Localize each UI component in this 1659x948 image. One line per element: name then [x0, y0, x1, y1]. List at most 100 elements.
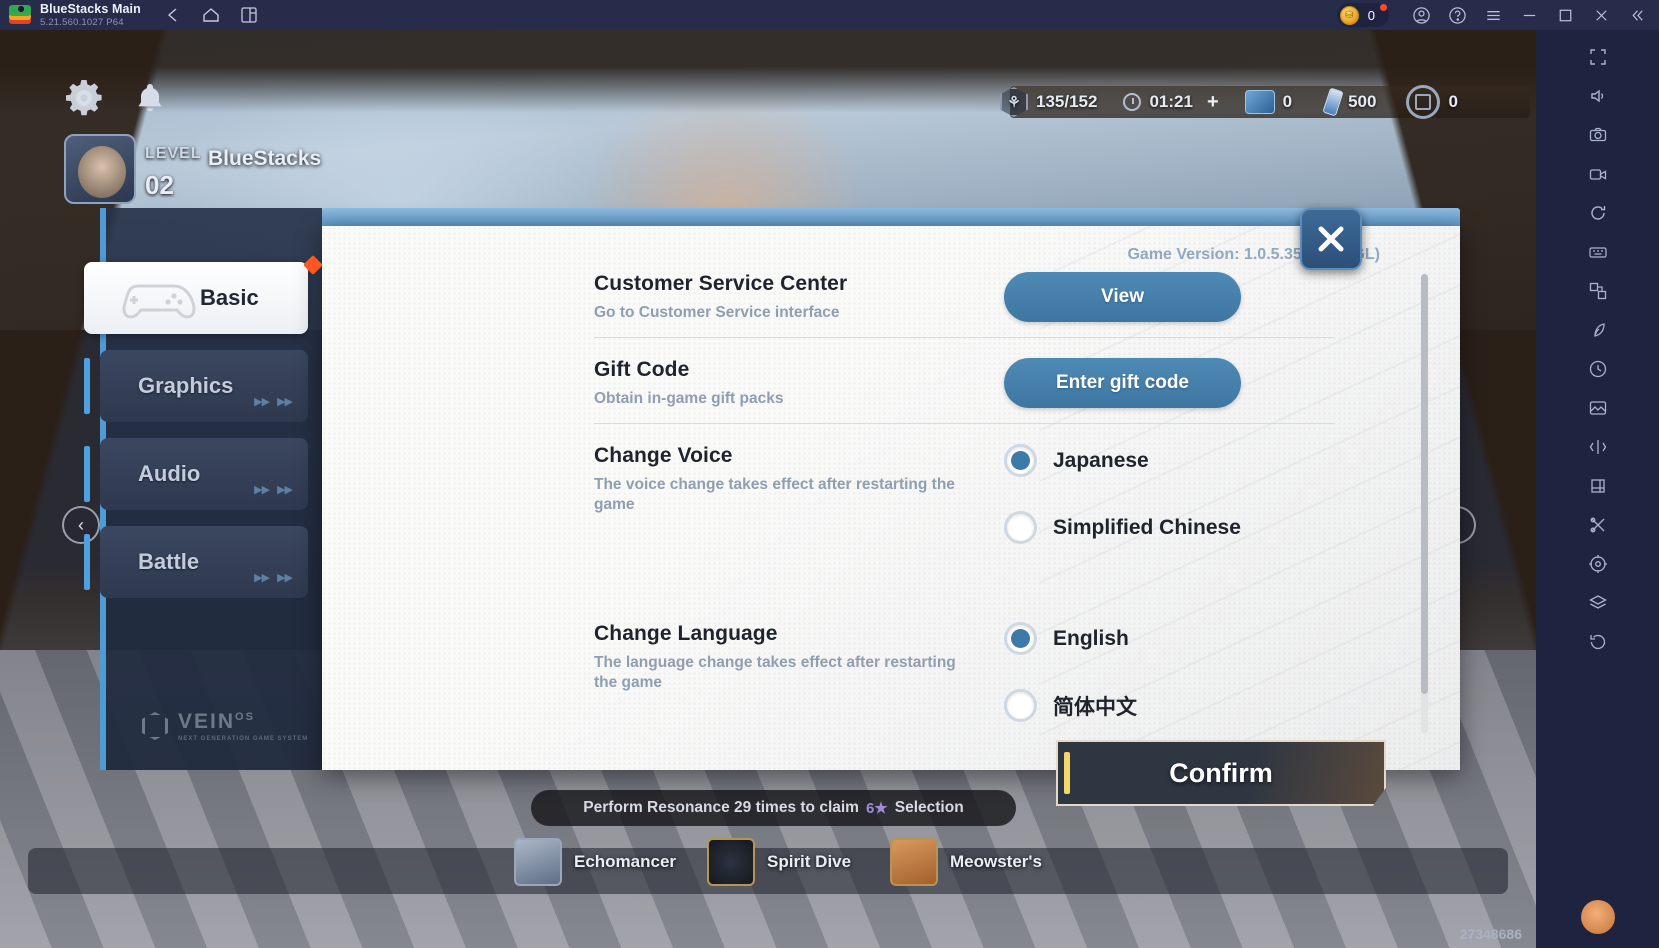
- player-avatar[interactable]: [64, 134, 136, 204]
- eco-mode-icon[interactable]: [1578, 311, 1618, 349]
- radio-label: Simplified Chinese: [1053, 515, 1241, 539]
- coin-count: 0: [1367, 7, 1375, 23]
- settings-scrollbar-thumb[interactable]: [1421, 274, 1428, 694]
- coin-balance[interactable]: ⛁ 0: [1336, 3, 1389, 27]
- settings-list: Customer Service Center Go to Customer S…: [572, 268, 1536, 768]
- layers-icon[interactable]: [1578, 584, 1618, 622]
- multi-instance-icon[interactable]: [239, 5, 259, 25]
- radio-option-japanese[interactable]: Japanese: [1004, 444, 1241, 478]
- radio-button-icon: [1004, 622, 1037, 656]
- shake-icon[interactable]: [1578, 428, 1618, 466]
- game-viewport: LEVEL 02 BlueStacks ⚘ 135/152 01:21 + 0 …: [0, 30, 1536, 948]
- collapse-icon[interactable]: [1619, 0, 1655, 30]
- radio-button-icon: [1004, 444, 1037, 478]
- stamina-value: 135/152: [1036, 92, 1098, 111]
- enter-gift-code-button[interactable]: Enter gift code: [1004, 358, 1241, 409]
- screenshot-icon[interactable]: [1578, 116, 1618, 154]
- tab-audio[interactable]: Audio ▶▶ ▶▶: [84, 438, 314, 510]
- app-version: 5.21.560.1027 P64: [40, 16, 124, 28]
- setting-customer-service: Customer Service Center Go to Customer S…: [572, 268, 1536, 323]
- title-bar: BlueStacks Main 5.21.560.1027 P64 ⛁ 0: [0, 0, 1659, 30]
- close-dialog-button[interactable]: [1300, 208, 1362, 270]
- gem-icon: [1244, 90, 1275, 114]
- cat-assistant-icon[interactable]: [1580, 900, 1615, 934]
- radio-label: Japanese: [1053, 448, 1149, 472]
- settings-scrollbar-track[interactable]: [1421, 274, 1428, 734]
- bottom-nav-label: Echomancer: [574, 852, 677, 871]
- radio-label: 简体中文: [1053, 695, 1137, 719]
- menu-icon[interactable]: [1475, 0, 1511, 30]
- bottom-nav-label: Spirit Dive: [767, 852, 852, 871]
- setting-description: The language change takes effect after r…: [594, 654, 956, 692]
- tab-active-indicator: [84, 358, 90, 414]
- setting-change-language: Change Language The language change take…: [572, 618, 1536, 756]
- maximize-icon[interactable]: [1547, 0, 1583, 30]
- setting-control: Japanese Simplified Chinese: [1004, 440, 1241, 578]
- setting-description: The voice change takes effect after rest…: [594, 476, 955, 514]
- keymap-icon[interactable]: [1578, 233, 1618, 271]
- video-record-icon[interactable]: [1578, 155, 1618, 193]
- bottom-nav-item-meowsters[interactable]: Meowster's: [890, 838, 1042, 886]
- settings-tab-list: Basic Graphics ▶▶ ▶▶ Audio ▶▶ ▶▶ Battle …: [84, 255, 323, 614]
- radio-option-simplified-chinese-language[interactable]: 简体中文: [1004, 689, 1137, 723]
- cat-icon: [890, 838, 938, 886]
- build-number: 27348686: [1459, 926, 1522, 942]
- tab-battle[interactable]: Battle ▶▶ ▶▶: [84, 526, 314, 598]
- fullscreen-icon[interactable]: [1578, 38, 1618, 76]
- tab-graphics[interactable]: Graphics ▶▶ ▶▶: [84, 350, 314, 422]
- setting-title: Change Language: [594, 622, 778, 646]
- radio-option-simplified-chinese-voice[interactable]: Simplified Chinese: [1004, 511, 1241, 545]
- setting-text: Change Voice The voice change takes effe…: [594, 440, 969, 515]
- titlebar-nav-icons: [163, 5, 259, 25]
- setting-description: Go to Customer Service interface: [594, 304, 840, 321]
- rotate-icon[interactable]: [1578, 194, 1618, 232]
- setting-description: Obtain in-game gift packs: [594, 390, 784, 408]
- minimize-icon[interactable]: [1511, 0, 1547, 30]
- settings-sidebar: Basic Graphics ▶▶ ▶▶ Audio ▶▶ ▶▶ Battle …: [84, 208, 323, 770]
- toast-text-before: Perform Resonance 29 times to claim: [583, 799, 859, 816]
- ring-stat: 0: [1406, 85, 1458, 119]
- tab-basic[interactable]: Basic: [84, 255, 323, 334]
- clock-icon: [1123, 93, 1142, 111]
- trim-icon[interactable]: [1578, 467, 1618, 505]
- veinos-brand-logo: VEINOS NEXT GENERATION GAME SYSTEM: [142, 710, 308, 742]
- tab-label: Graphics: [138, 373, 234, 398]
- coin-icon: ⛁: [1339, 5, 1359, 25]
- macro-icon[interactable]: [1578, 350, 1618, 388]
- confirm-accent-tick: [1064, 752, 1070, 794]
- refresh-icon[interactable]: [1578, 623, 1618, 661]
- location-icon[interactable]: [1578, 545, 1618, 583]
- settings-content-panel: Game Version: 1.0.5.35 (OpenGL) Customer…: [322, 226, 1460, 770]
- close-icon[interactable]: [1583, 0, 1619, 30]
- tab-arrows-icon: ▶▶ ▶▶: [254, 484, 293, 496]
- view-button[interactable]: View: [1004, 272, 1241, 322]
- game-notification-bell-icon[interactable]: [130, 78, 170, 118]
- bluestacks-window: BlueStacks Main 5.21.560.1027 P64 ⛁ 0 LE…: [0, 0, 1659, 948]
- bottom-nav-item-spirit-dive[interactable]: Spirit Dive: [707, 838, 851, 886]
- title-block: BlueStacks Main 5.21.560.1027 P64: [40, 3, 141, 27]
- profile-icon[interactable]: [1403, 0, 1439, 30]
- cut-icon[interactable]: [1578, 506, 1618, 544]
- confirm-button[interactable]: Confirm: [1056, 740, 1386, 806]
- help-icon[interactable]: [1439, 0, 1475, 30]
- level-label: LEVEL: [145, 145, 202, 162]
- volume-icon[interactable]: [1578, 77, 1618, 115]
- hud-resource-bar: ⚘ 135/152 01:21 + 0 500 0: [1000, 82, 1458, 122]
- multi-instance-sync-icon[interactable]: [1578, 272, 1618, 310]
- radio-option-english[interactable]: English: [1004, 622, 1137, 656]
- back-arrow-icon[interactable]: [163, 5, 183, 25]
- game-settings-gear-icon[interactable]: [62, 76, 106, 120]
- gem-value: 0: [1282, 92, 1293, 111]
- bottom-nav-item-echomancer[interactable]: Echomancer: [514, 838, 676, 886]
- home-icon[interactable]: [201, 5, 221, 25]
- tab-active-indicator: [84, 534, 90, 590]
- tab-background: [100, 526, 308, 598]
- setting-title: Change Voice: [594, 444, 733, 468]
- vial-stat: 500: [1322, 87, 1376, 117]
- veinos-tagline: NEXT GENERATION GAME SYSTEM: [178, 736, 309, 742]
- add-stamina-icon[interactable]: +: [1207, 91, 1219, 114]
- veinos-brand-name: VEINOS NEXT GENERATION GAME SYSTEM: [178, 710, 309, 742]
- tab-label: Basic: [200, 285, 259, 310]
- gallery-icon[interactable]: [1578, 389, 1618, 427]
- player-name: BlueStacks: [208, 147, 322, 170]
